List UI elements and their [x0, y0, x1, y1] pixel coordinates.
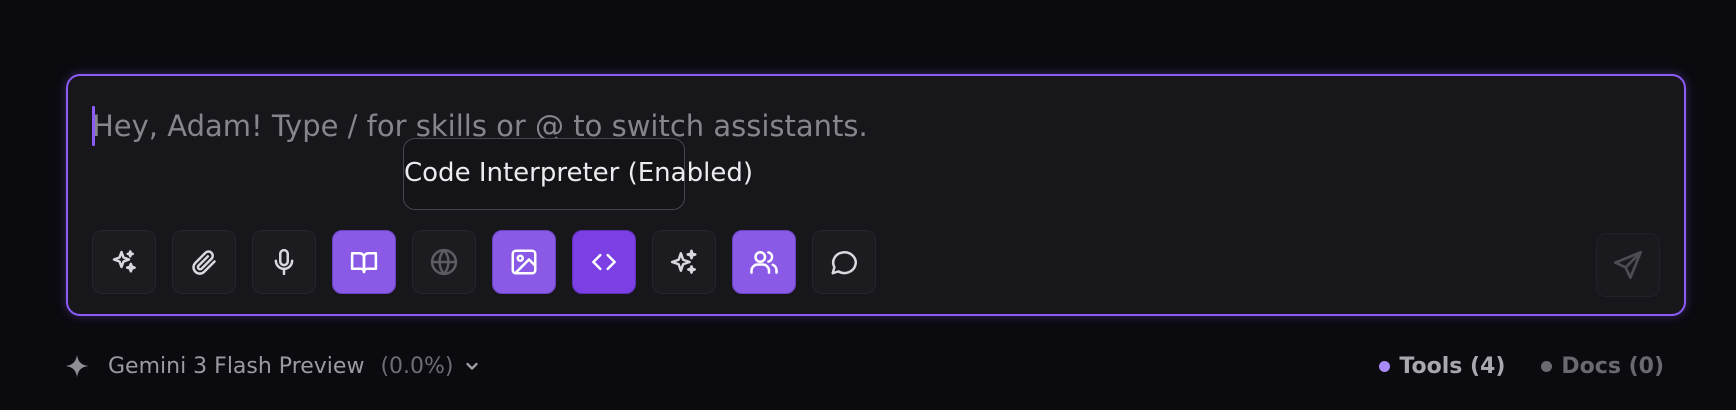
docs-status-label: Docs (0): [1561, 353, 1664, 379]
image-icon: [511, 249, 537, 275]
paperclip-icon: [192, 250, 216, 275]
assistants-button[interactable]: [732, 230, 796, 294]
tooltip-text: Code Interpreter (Enabled): [404, 158, 753, 188]
skills-button[interactable]: [92, 230, 156, 294]
tools-status-dot: [1379, 360, 1391, 372]
code-icon: [592, 253, 616, 271]
chat-composer: Code Interpreter (Enabled): [66, 74, 1686, 316]
model-usage: (0.0%): [380, 353, 454, 379]
image-generation-button[interactable]: [492, 230, 556, 294]
web-search-button[interactable]: [412, 230, 476, 294]
model-name: Gemini 3 Flash Preview: [108, 353, 365, 379]
knowledge-button[interactable]: [332, 230, 396, 294]
model-selector[interactable]: Gemini 3 Flash Preview (0.0%): [64, 348, 480, 384]
text-caret: [92, 106, 95, 146]
chat-mode-button[interactable]: [812, 230, 876, 294]
voice-input-button[interactable]: [252, 230, 316, 294]
tools-status[interactable]: Tools (4): [1379, 354, 1505, 379]
magic-sparkles-icon: [670, 249, 697, 274]
globe-icon: [430, 248, 458, 276]
attach-button[interactable]: [172, 230, 236, 294]
chat-bubble-icon: [831, 251, 857, 275]
chevron-down-icon: [465, 362, 478, 370]
tooltip: Code Interpreter (Enabled): [403, 138, 753, 210]
docs-status-dot: [1541, 360, 1553, 372]
send-icon: [1614, 251, 1642, 279]
status-bar: Tools (4) Docs (0): [1379, 348, 1664, 384]
docs-status[interactable]: Docs (0): [1541, 354, 1664, 379]
message-input[interactable]: [92, 106, 1592, 146]
users-icon: [750, 250, 778, 274]
tools-status-label: Tools (4): [1399, 353, 1506, 379]
send-button[interactable]: [1596, 233, 1660, 297]
magic-button[interactable]: [652, 230, 716, 294]
code-interpreter-button[interactable]: [572, 230, 636, 294]
sparkle-icon: [65, 354, 89, 378]
microphone-icon: [274, 248, 294, 276]
book-icon: [350, 252, 378, 274]
sparkles-icon: [112, 250, 136, 273]
